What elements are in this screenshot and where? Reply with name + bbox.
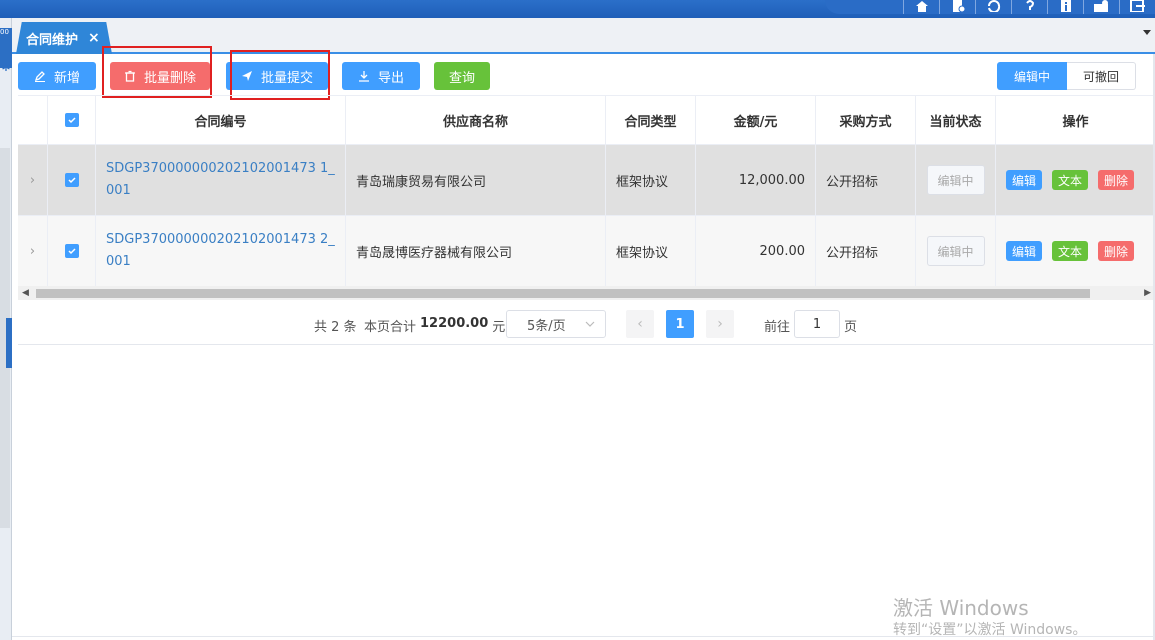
- home-icon[interactable]: [903, 0, 939, 14]
- logout-icon[interactable]: [1119, 0, 1155, 14]
- scroll-right-arrow-icon[interactable]: ▶: [1144, 288, 1151, 298]
- header-method[interactable]: 采购方式: [816, 96, 916, 144]
- contract-type: 框架协议: [606, 216, 696, 286]
- current-page[interactable]: 1: [666, 310, 694, 338]
- next-page-button[interactable]: ›: [706, 310, 734, 338]
- info-icon[interactable]: [1047, 0, 1083, 14]
- export-button[interactable]: 导出: [342, 62, 420, 90]
- activation-watermark-text: 转到“设置”以激活 Windows。: [893, 622, 1087, 638]
- status-badge: 编辑中: [926, 236, 985, 266]
- select-all-checkbox[interactable]: [48, 96, 96, 144]
- goto-label: 前往: [764, 320, 791, 335]
- refresh-icon[interactable]: [975, 0, 1011, 14]
- close-icon[interactable]: ×: [88, 30, 100, 46]
- page-size-select[interactable]: 5条/页: [506, 310, 606, 338]
- delete-button[interactable]: 删除: [1098, 170, 1135, 190]
- page-sum: 本页合计 12200.00 元: [364, 316, 505, 335]
- chevron-down-icon[interactable]: [1143, 30, 1151, 35]
- delete-button[interactable]: 删除: [1098, 241, 1135, 261]
- tab-label: 合同维护: [26, 32, 79, 48]
- expand-chevron-icon[interactable]: ›: [18, 216, 48, 286]
- left-sidebar-strip: 00 ✲: [0, 18, 12, 640]
- header-amount[interactable]: 金额/元: [696, 96, 816, 144]
- page-label: 页: [844, 320, 858, 335]
- checkbox-checked-icon: [64, 173, 79, 187]
- header-supplier[interactable]: 供应商名称: [346, 96, 606, 144]
- horizontal-scrollbar[interactable]: ◀ ▶: [18, 286, 1155, 300]
- amount: 200.00: [696, 216, 816, 286]
- query-button[interactable]: 查询: [434, 62, 490, 90]
- gear-icon[interactable]: ✲: [0, 62, 12, 74]
- top-toolbar: [825, 0, 1155, 14]
- highlight-box-submit: [230, 50, 330, 100]
- expand-column-header: [18, 96, 48, 144]
- status-segment: 编辑中 可撤回: [997, 62, 1137, 90]
- page-sum-unit: 元: [492, 320, 506, 335]
- settings-doc-icon[interactable]: [939, 0, 975, 14]
- user-switch-icon[interactable]: [1083, 0, 1119, 14]
- export-button-label: 导出: [377, 70, 404, 86]
- status-badge: 编辑中: [926, 165, 985, 195]
- goto-page-input[interactable]: 1: [794, 310, 840, 338]
- segment-editing[interactable]: 编辑中: [997, 62, 1068, 90]
- purchase-method: 公开招标: [816, 145, 916, 215]
- scrollbar-thumb[interactable]: [36, 289, 1090, 298]
- help-icon[interactable]: [1011, 0, 1047, 14]
- expand-chevron-icon[interactable]: ›: [18, 145, 48, 215]
- contract-no-link[interactable]: SDGP370000000202102001473 1_001: [106, 158, 335, 202]
- purchase-method: 公开招标: [816, 216, 916, 286]
- contract-table: 合同编号 供应商名称 合同类型 金额/元 采购方式 当前状态 操作 › SDGP…: [18, 95, 1155, 287]
- table-row[interactable]: › SDGP370000000202102001473 2_001 青岛晟博医疗…: [18, 216, 1155, 287]
- tab-contract-maintenance[interactable]: 合同维护 ×: [16, 22, 112, 54]
- edit-button[interactable]: 编辑: [1006, 241, 1043, 261]
- highlight-box-delete: [102, 46, 212, 98]
- segment-revocable[interactable]: 可撤回: [1067, 62, 1137, 90]
- row-checkbox[interactable]: [48, 216, 96, 286]
- text-button[interactable]: 文本: [1052, 241, 1089, 261]
- contract-no-link[interactable]: SDGP370000000202102001473 2_001: [106, 229, 335, 273]
- add-button[interactable]: 新增: [18, 62, 96, 90]
- table-header-row: 合同编号 供应商名称 合同类型 金额/元 采购方式 当前状态 操作: [18, 96, 1155, 145]
- supplier-name: 青岛晟博医疗器械有限公司: [346, 216, 606, 286]
- divider: [18, 344, 1155, 345]
- row-checkbox[interactable]: [48, 145, 96, 215]
- amount: 12,000.00: [696, 145, 816, 215]
- activation-watermark-title: 激活 Windows: [893, 596, 1029, 620]
- main-panel: 合同维护 × 新增 批量删除 批量提交 导出 查询 编辑中 可撤回 合同编号 供…: [12, 18, 1155, 640]
- contract-type: 框架协议: [606, 145, 696, 215]
- total-count: 共 2 条: [314, 320, 357, 335]
- query-button-label: 查询: [448, 70, 475, 86]
- header-state[interactable]: 当前状态: [916, 96, 996, 144]
- edit-icon: [34, 71, 45, 82]
- chevron-down-icon: [585, 321, 595, 327]
- text-button[interactable]: 文本: [1052, 170, 1089, 190]
- scroll-left-arrow-icon[interactable]: ◀: [22, 288, 29, 298]
- checkbox-checked-icon: [64, 113, 79, 127]
- prev-page-button[interactable]: ‹: [626, 310, 654, 338]
- page-size-value: 5条/页: [527, 318, 566, 334]
- app-window: 00 ✲ 合同维护 × 新增 批量删除 批量提交 导出 查询 编辑中 可撤回 合…: [0, 0, 1155, 640]
- header-contract-no[interactable]: 合同编号: [96, 96, 346, 144]
- header-actions: 操作: [1062, 114, 1089, 130]
- header-type[interactable]: 合同类型: [606, 96, 696, 144]
- download-icon: [358, 71, 369, 82]
- add-button-label: 新增: [53, 70, 80, 86]
- pagination: 共 2 条 本页合计 12200.00 元 5条/页 ‹ 1 › 前往 1 页: [18, 304, 1155, 344]
- page-sum-value: 12200.00: [420, 316, 489, 331]
- supplier-name: 青岛瑞康贸易有限公司: [346, 145, 606, 215]
- table-row[interactable]: › SDGP370000000202102001473 1_001 青岛瑞康贸易…: [18, 145, 1155, 216]
- edit-button[interactable]: 编辑: [1006, 170, 1043, 190]
- page-sum-label: 本页合计: [364, 320, 417, 335]
- checkbox-checked-icon: [64, 244, 79, 258]
